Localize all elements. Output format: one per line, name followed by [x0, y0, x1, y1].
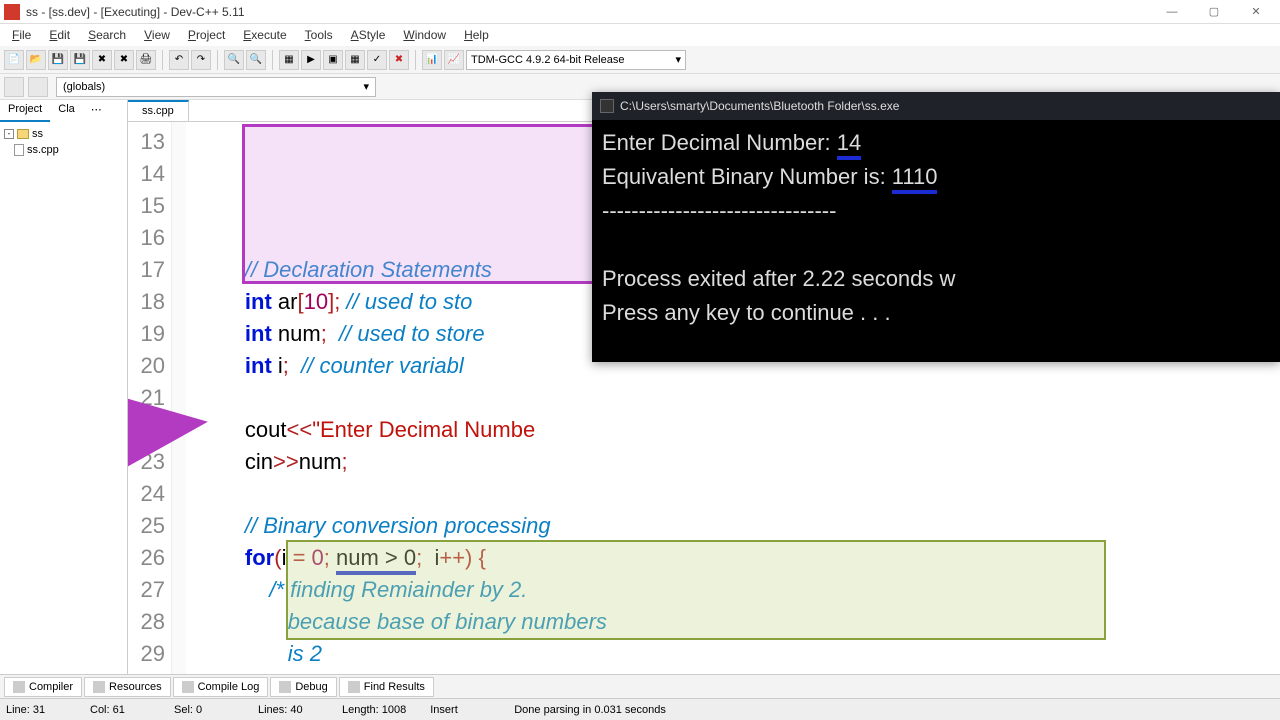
save-icon[interactable]: 💾 [48, 50, 68, 70]
profile-icon[interactable]: 📊 [422, 50, 442, 70]
debug-icon[interactable]: ✓ [367, 50, 387, 70]
undo-icon[interactable]: ↶ [169, 50, 189, 70]
editor-tab-active[interactable]: ss.cpp [128, 100, 189, 121]
bottom-tab-find-results[interactable]: Find Results [339, 677, 434, 697]
new-icon[interactable]: 📄 [4, 50, 24, 70]
code-line[interactable]: /* finding Remiainder by 2. [196, 574, 1280, 606]
compiler-select[interactable]: TDM-GCC 4.9.2 64-bit Release ▾ [466, 50, 686, 70]
run-icon[interactable]: ▶ [301, 50, 321, 70]
menu-search[interactable]: Search [80, 25, 134, 45]
project-file-label: ss.cpp [27, 144, 59, 156]
fold-gutter[interactable]: - [172, 122, 186, 696]
open-icon[interactable]: 📂 [26, 50, 46, 70]
line-number-gutter: 1314151617181920212223242526272829 [128, 122, 172, 696]
code-line[interactable]: for(i = 0; num > 0; i++) { [196, 542, 1280, 574]
compiler-select-value: TDM-GCC 4.9.2 64-bit Release [471, 54, 624, 66]
stop-icon[interactable]: ✖ [389, 50, 409, 70]
compile-icon[interactable]: ▦ [279, 50, 299, 70]
chevron-down-icon: ▾ [675, 53, 681, 66]
menu-file[interactable]: File [4, 25, 39, 45]
code-line[interactable] [196, 478, 1280, 510]
menu-view[interactable]: View [136, 25, 178, 45]
code-line[interactable]: is 2 [196, 638, 1280, 670]
rebuild-icon[interactable]: ▦ [345, 50, 365, 70]
window-titlebar: ss - [ss.dev] - [Executing] - Dev-C++ 5.… [0, 0, 1280, 24]
globals-select[interactable]: (globals) ▾ [56, 77, 376, 97]
status-sel: Sel: 0 [174, 704, 234, 716]
menu-astyle[interactable]: AStyle [343, 25, 394, 45]
code-line[interactable]: cin>>num; [196, 446, 1280, 478]
window-title: ss - [ss.dev] - [Executing] - Dev-C++ 5.… [26, 5, 1152, 19]
status-line: Line: 31 [6, 704, 66, 716]
console-output: Enter Decimal Number: 14 Equivalent Bina… [592, 120, 1280, 336]
menu-execute[interactable]: Execute [235, 25, 294, 45]
bottom-tab-debug[interactable]: Debug [270, 677, 336, 697]
bottom-tab-compile-log[interactable]: Compile Log [173, 677, 269, 697]
goto-icon[interactable] [4, 77, 24, 97]
project-root[interactable]: - ss [2, 126, 125, 142]
statusbar: Line: 31 Col: 61 Sel: 0 Lines: 40 Length… [0, 698, 1280, 720]
menubar: FileEditSearchViewProjectExecuteToolsASt… [0, 24, 1280, 46]
main-toolbar: 📄 📂 💾 💾 ✖ ✖ 🖨 ↶ ↷ 🔍 🔍 ▦ ▶ ▣ ▦ ✓ ✖ 📊 📈 TD… [0, 46, 1280, 74]
project-root-label: ss [32, 128, 43, 140]
code-line[interactable]: // Binary conversion processing [196, 510, 1280, 542]
find-icon[interactable]: 🔍 [224, 50, 244, 70]
saveall-icon[interactable]: 💾 [70, 50, 90, 70]
status-mode: Insert [430, 704, 490, 716]
close-button[interactable]: ✕ [1236, 1, 1276, 23]
project-icon [17, 129, 29, 139]
code-line[interactable] [196, 382, 1280, 414]
console-title: C:\Users\smarty\Documents\Bluetooth Fold… [620, 99, 899, 113]
back-icon[interactable] [28, 77, 48, 97]
status-col: Col: 61 [90, 704, 150, 716]
project-tree[interactable]: - ss ss.cpp [0, 122, 127, 162]
chevron-down-icon: ▾ [363, 80, 369, 93]
status-parse: Done parsing in 0.031 seconds [514, 704, 1274, 716]
close-file-icon[interactable]: ✖ [92, 50, 112, 70]
redo-icon[interactable]: ↷ [191, 50, 211, 70]
bottom-tab-resources[interactable]: Resources [84, 677, 171, 697]
menu-help[interactable]: Help [456, 25, 497, 45]
menu-tools[interactable]: Tools [297, 25, 341, 45]
compile-run-icon[interactable]: ▣ [323, 50, 343, 70]
status-lines: Lines: 40 [258, 704, 318, 716]
console-input-value: 14 [837, 130, 861, 160]
project-sidebar: Project Cla ⋯ - ss ss.cpp [0, 100, 128, 696]
bottom-tab-compiler[interactable]: Compiler [4, 677, 82, 697]
console-titlebar[interactable]: C:\Users\smarty\Documents\Bluetooth Fold… [592, 92, 1280, 120]
app-icon [4, 4, 20, 20]
project-file[interactable]: ss.cpp [2, 142, 125, 158]
minimize-button[interactable]: — [1152, 1, 1192, 23]
replace-icon[interactable]: 🔍 [246, 50, 266, 70]
menu-project[interactable]: Project [180, 25, 233, 45]
gprof-icon[interactable]: 📈 [444, 50, 464, 70]
code-line[interactable]: cout<<"Enter Decimal Numbe [196, 414, 1280, 446]
file-icon [14, 144, 24, 156]
tab-classes[interactable]: Cla [50, 100, 83, 122]
menu-edit[interactable]: Edit [41, 25, 78, 45]
console-icon [600, 99, 614, 113]
collapse-icon[interactable]: - [4, 129, 14, 139]
menu-window[interactable]: Window [395, 25, 454, 45]
code-line[interactable]: because base of binary numbers [196, 606, 1280, 638]
bottom-tabs: CompilerResourcesCompile LogDebugFind Re… [0, 674, 1280, 698]
console-result-value: 1110 [892, 164, 938, 194]
status-length: Length: 1008 [342, 704, 406, 716]
print-icon[interactable]: 🖨 [136, 50, 156, 70]
globals-select-value: (globals) [63, 81, 105, 93]
tab-project[interactable]: Project [0, 100, 50, 122]
maximize-button[interactable]: ▢ [1194, 1, 1234, 23]
closeall-icon[interactable]: ✖ [114, 50, 134, 70]
tab-overflow[interactable]: ⋯ [83, 100, 110, 122]
console-window: C:\Users\smarty\Documents\Bluetooth Fold… [592, 92, 1280, 362]
